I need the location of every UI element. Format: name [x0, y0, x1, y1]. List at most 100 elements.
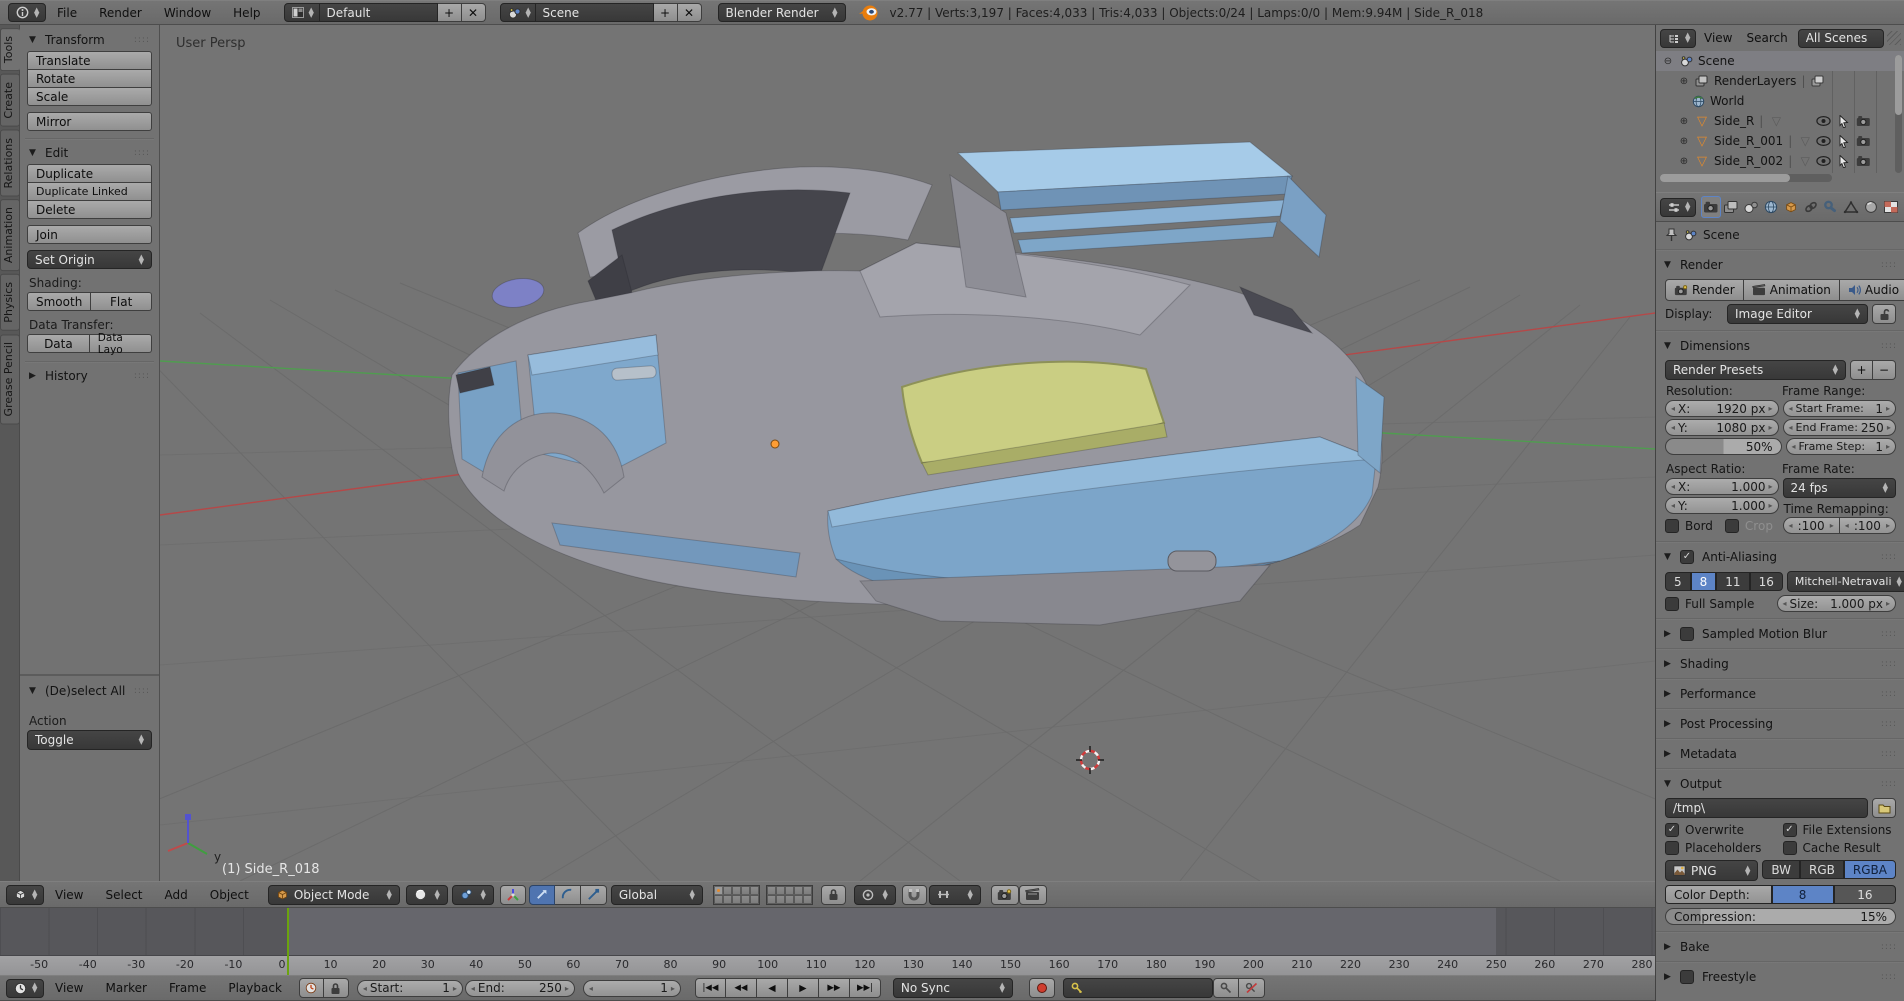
tab-texture[interactable] [1881, 196, 1901, 218]
overwrite-checkbox[interactable] [1665, 823, 1679, 837]
full-sample-checkbox[interactable] [1665, 597, 1679, 611]
render-audio-button[interactable]: Audio [1840, 279, 1904, 301]
add-menu[interactable]: Add [154, 888, 199, 902]
scene-icon-button[interactable] [500, 3, 536, 22]
pin-icon[interactable] [1665, 228, 1678, 242]
timeline-frame-menu[interactable]: Frame [158, 981, 217, 995]
jump-to-end-button[interactable]: ▶▶| [850, 978, 881, 998]
shade-smooth-button[interactable]: Smooth [27, 292, 91, 311]
preset-add-button[interactable]: + [1850, 360, 1873, 380]
visibility-eye-icon[interactable] [1816, 156, 1831, 166]
menu-help[interactable]: Help [222, 6, 271, 20]
editor-type-selector-info[interactable] [8, 3, 46, 22]
shading-panel-header[interactable]: ▶Shading [1656, 653, 1904, 675]
metadata-panel-header[interactable]: ▶Metadata [1656, 743, 1904, 765]
frame-rate-select[interactable]: 24 fps [1783, 478, 1897, 498]
tab-create[interactable]: Create [0, 74, 20, 127]
manipulator-translate-button[interactable] [529, 885, 555, 905]
screen-layout-name[interactable]: Default [320, 3, 438, 22]
insert-keyframe-button[interactable] [1213, 978, 1239, 998]
editor-type-selector-3dview[interactable] [6, 885, 44, 905]
editor-type-selector-properties[interactable] [1660, 198, 1696, 217]
performance-panel-header[interactable]: ▶Performance [1656, 683, 1904, 705]
next-keyframe-button[interactable]: ▶▶ [819, 978, 850, 998]
action-select[interactable]: Toggle [27, 730, 152, 750]
remap-new-field[interactable]: :100 [1840, 517, 1896, 534]
tab-grease-pencil[interactable]: Grease Pencil [0, 334, 20, 424]
rotate-button[interactable]: Rotate [27, 69, 152, 88]
render-presets-select[interactable]: Render Presets [1665, 360, 1846, 380]
editor-type-selector-outliner[interactable] [1660, 29, 1696, 48]
proportional-edit-select[interactable] [854, 885, 896, 905]
add-scene-button[interactable]: + [654, 3, 678, 22]
outliner-row-world[interactable]: World [1656, 91, 1904, 111]
layer-grid-2[interactable] [766, 885, 813, 905]
expand-icon[interactable]: ⊕ [1678, 76, 1690, 87]
tab-render-layers[interactable] [1721, 196, 1741, 218]
pivot-center-select[interactable] [452, 885, 494, 905]
mode-rgba-button[interactable]: RGBA [1844, 860, 1896, 879]
tab-render[interactable] [1701, 196, 1721, 218]
file-browse-button[interactable] [1872, 798, 1896, 818]
freestyle-panel-header[interactable]: ▶Freestyle [1656, 966, 1904, 988]
menu-file[interactable]: File [46, 6, 88, 20]
outliner-vscrollbar[interactable] [1895, 55, 1902, 173]
aa-size-field[interactable]: Size:1.000 px [1777, 595, 1897, 612]
lock-to-scene-button[interactable] [821, 885, 846, 905]
anti-aliasing-checkbox[interactable] [1680, 550, 1694, 564]
dimensions-panel-header[interactable]: ▼Dimensions [1656, 335, 1904, 357]
motion-blur-checkbox[interactable] [1680, 627, 1694, 641]
join-button[interactable]: Join [27, 225, 152, 244]
resolution-y-field[interactable]: Y:1080 px [1665, 419, 1779, 436]
end-frame-field[interactable]: End:250 [465, 980, 575, 997]
delete-keyframe-button[interactable] [1239, 978, 1265, 998]
freestyle-checkbox[interactable] [1680, 970, 1694, 984]
remap-old-field[interactable]: :100 [1783, 517, 1840, 534]
prev-keyframe-button[interactable]: ◀◀ [726, 978, 757, 998]
display-lock-button[interactable] [1872, 304, 1896, 324]
scene-name[interactable]: Scene [536, 3, 654, 22]
translate-button[interactable]: Translate [27, 51, 152, 70]
post-processing-panel-header[interactable]: ▶Post Processing [1656, 713, 1904, 735]
tab-scene[interactable] [1741, 196, 1761, 218]
history-panel-header[interactable]: ▶History [27, 365, 152, 387]
car-model[interactable] [449, 142, 1384, 625]
menu-render[interactable]: Render [88, 6, 153, 20]
aspect-y-field[interactable]: Y:1.000 [1665, 497, 1779, 514]
outliner-row-scene[interactable]: ⊖ Scene [1656, 51, 1904, 71]
current-frame-line[interactable] [287, 908, 289, 975]
editor-type-selector-timeline[interactable] [6, 979, 44, 998]
viewport-shading-select[interactable] [406, 885, 448, 905]
outliner-row-side-r-002[interactable]: ⊕ ▽ Side_R_002 | ▽ [1656, 151, 1904, 171]
timeline-editor[interactable]: -50-40-30-20-100102030405060708090100110… [0, 908, 1655, 975]
tab-object[interactable] [1781, 196, 1801, 218]
transform-panel-header[interactable]: ▼Transform [27, 29, 152, 51]
outliner-scope-select[interactable]: All Scenes [1798, 29, 1884, 48]
frame-step-field[interactable]: Frame Step:1 [1786, 438, 1897, 455]
renderability-camera-icon[interactable] [1856, 135, 1871, 147]
duplicate-button[interactable]: Duplicate [27, 164, 152, 183]
file-format-select[interactable]: PNG [1665, 860, 1758, 881]
snap-toggle-button[interactable] [902, 885, 927, 905]
duplicate-linked-button[interactable]: Duplicate Linked [27, 182, 152, 201]
depth-16-button[interactable]: 16 [1834, 885, 1896, 904]
outliner-row-side-r[interactable]: ⊕ ▽ Side_R | ▽ [1656, 111, 1904, 131]
object-menu[interactable]: Object [199, 888, 260, 902]
selectability-cursor-icon[interactable] [1838, 115, 1849, 128]
shade-flat-button[interactable]: Flat [91, 292, 152, 311]
render-engine-select[interactable]: Blender Render [718, 3, 846, 22]
bake-panel-header[interactable]: ▶Bake [1656, 936, 1904, 958]
renderability-camera-icon[interactable] [1856, 115, 1871, 127]
outliner-row-renderlayers[interactable]: ⊕ RenderLayers | [1656, 71, 1904, 91]
mode-bw-button[interactable]: BW [1762, 860, 1800, 879]
render-panel-header[interactable]: ▼Render [1656, 254, 1904, 276]
start-frame-field[interactable]: Start Frame:1 [1783, 400, 1897, 417]
render-animation-button[interactable]: Animation [1744, 279, 1840, 301]
visibility-eye-icon[interactable] [1816, 116, 1831, 126]
aa-samples-11[interactable]: 11 [1716, 572, 1749, 591]
opengl-render-button[interactable] [991, 885, 1019, 905]
start-frame-field[interactable]: Start:1 [357, 980, 463, 997]
timeline-playback-menu[interactable]: Playback [217, 981, 293, 995]
border-checkbox[interactable] [1665, 519, 1679, 533]
expand-icon[interactable]: ⊕ [1678, 136, 1690, 147]
